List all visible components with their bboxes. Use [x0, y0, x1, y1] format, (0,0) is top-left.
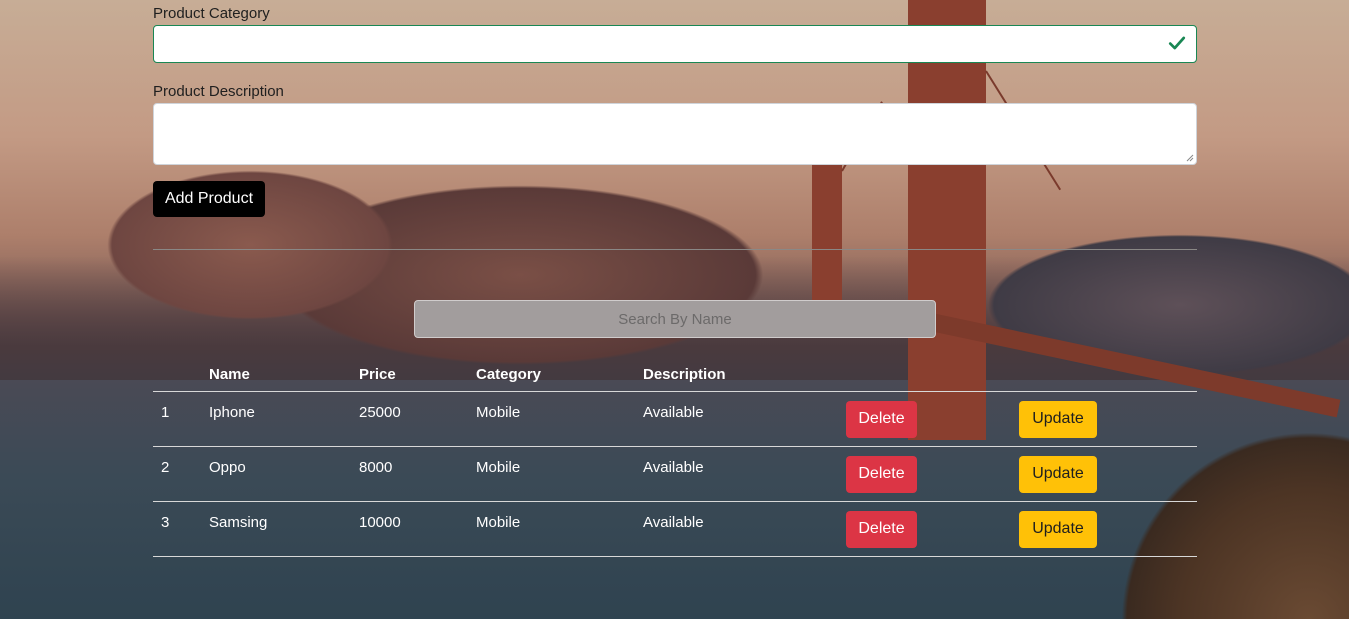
products-table: Name Price Category Description 1 Iphone… — [153, 356, 1197, 557]
row-delete-cell: Delete — [846, 446, 1019, 502]
row-index: 2 — [153, 446, 209, 502]
row-description: Available — [643, 501, 846, 557]
row-delete-cell: Delete — [846, 391, 1019, 447]
header-update-column — [1019, 356, 1197, 392]
product-description-label: Product Description — [153, 83, 284, 100]
header-index — [153, 356, 209, 392]
table-row: 3 Samsing 10000 Mobile Available Delete … — [153, 501, 1197, 557]
row-category: Mobile — [476, 446, 643, 502]
row-category: Mobile — [476, 501, 643, 557]
resize-grip-icon[interactable] — [1186, 154, 1194, 162]
row-price: 8000 — [359, 446, 476, 502]
row-name: Iphone — [209, 391, 359, 447]
row-name: Samsing — [209, 501, 359, 557]
header-category: Category — [476, 356, 643, 392]
row-delete-cell: Delete — [846, 501, 1019, 557]
row-index: 1 — [153, 391, 209, 447]
header-description: Description — [643, 356, 846, 392]
table-row: 1 Iphone 25000 Mobile Available Delete U… — [153, 391, 1197, 447]
section-divider — [153, 249, 1197, 250]
row-update-cell: Update — [1019, 391, 1197, 447]
row-category: Mobile — [476, 391, 643, 447]
row-update-cell: Update — [1019, 501, 1197, 557]
header-name: Name — [209, 356, 359, 392]
header-price: Price — [359, 356, 476, 392]
update-button[interactable]: Update — [1019, 455, 1097, 493]
row-price: 10000 — [359, 501, 476, 557]
header-delete-column — [846, 356, 1019, 392]
delete-button[interactable]: Delete — [846, 510, 917, 548]
row-name: Oppo — [209, 446, 359, 502]
product-category-label: Product Category — [153, 5, 270, 22]
table-header: Name Price Category Description — [153, 356, 1197, 392]
check-icon — [1168, 36, 1186, 50]
row-update-cell: Update — [1019, 446, 1197, 502]
delete-button[interactable]: Delete — [846, 400, 917, 438]
search-input[interactable] — [414, 300, 936, 338]
product-category-input[interactable] — [153, 25, 1197, 63]
add-product-button[interactable]: Add Product — [153, 181, 265, 217]
bridge-tower-far — [812, 165, 842, 305]
row-description: Available — [643, 446, 846, 502]
table-row: 2 Oppo 8000 Mobile Available Delete Upda… — [153, 446, 1197, 502]
row-index: 3 — [153, 501, 209, 557]
update-button[interactable]: Update — [1019, 400, 1097, 438]
row-description: Available — [643, 391, 846, 447]
delete-button[interactable]: Delete — [846, 455, 917, 493]
update-button[interactable]: Update — [1019, 510, 1097, 548]
product-description-textarea[interactable] — [153, 103, 1197, 165]
row-price: 25000 — [359, 391, 476, 447]
